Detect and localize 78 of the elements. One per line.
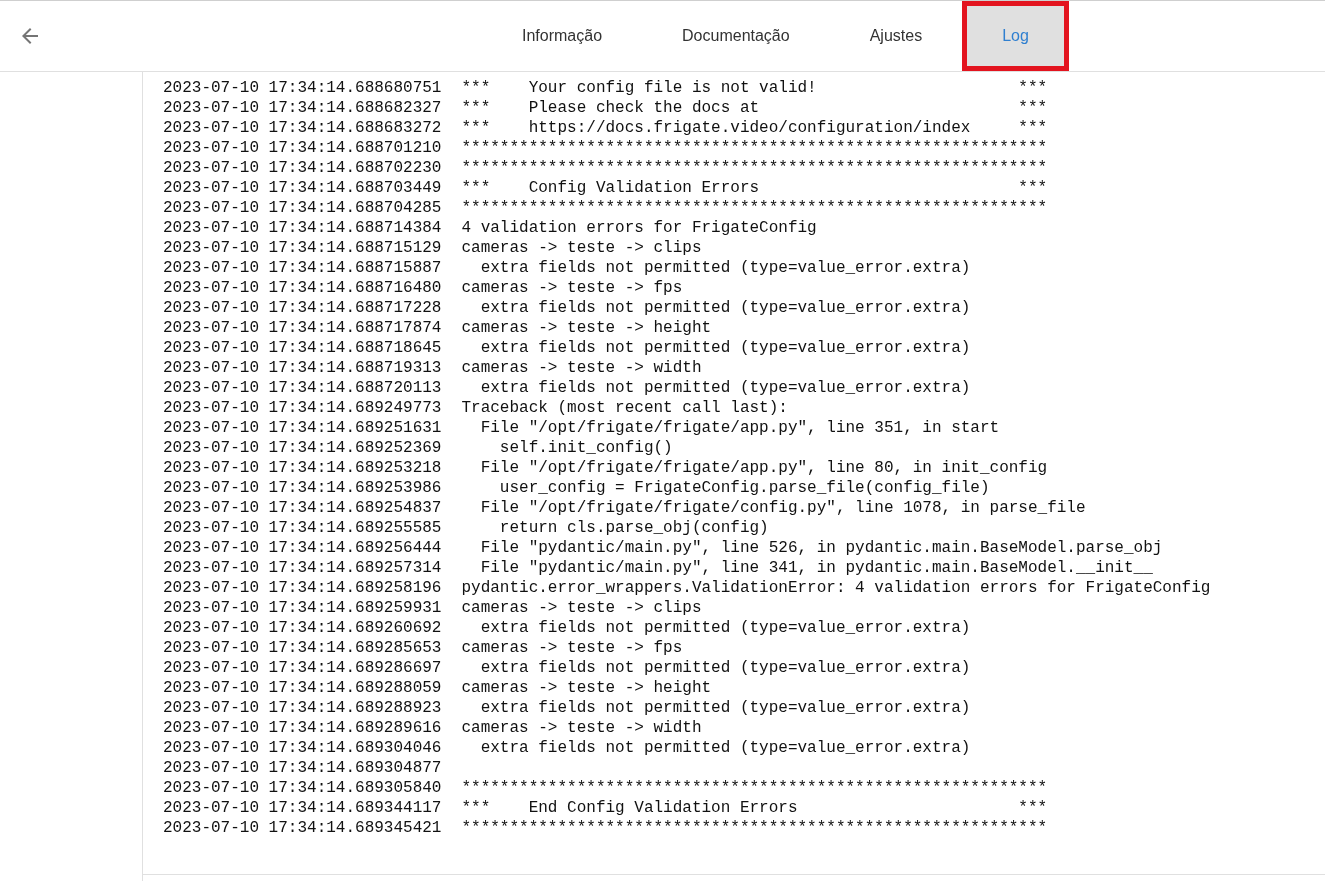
log-timestamp: 2023-07-10 17:34:14.688719313 <box>163 358 442 379</box>
log-message: Traceback (most recent call last): <box>461 398 788 419</box>
log-timestamp: 2023-07-10 17:34:14.688716480 <box>163 278 442 299</box>
log-timestamp: 2023-07-10 17:34:14.689257314 <box>163 558 442 579</box>
log-timestamp: 2023-07-10 17:34:14.689304877 <box>163 758 442 779</box>
log-timestamp: 2023-07-10 17:34:14.688717228 <box>163 298 442 319</box>
log-timestamp: 2023-07-10 17:34:14.689255585 <box>163 518 442 539</box>
log-timestamp: 2023-07-10 17:34:14.688702230 <box>163 158 442 179</box>
log-timestamp: 2023-07-10 17:34:14.689253218 <box>163 458 442 479</box>
log-timestamp: 2023-07-10 17:34:14.688701210 <box>163 138 442 159</box>
log-timestamp: 2023-07-10 17:34:14.689258196 <box>163 578 442 599</box>
log-timestamp: 2023-07-10 17:34:14.689251631 <box>163 418 442 439</box>
log-timestamp: 2023-07-10 17:34:14.689288923 <box>163 698 442 719</box>
log-timestamp: 2023-07-10 17:34:14.689288059 <box>163 678 442 699</box>
log-message: cameras -> teste -> height <box>461 678 712 699</box>
log-message: extra fields not permitted (type=value_error.extra) <box>479 698 971 719</box>
log-timestamp: 2023-07-10 17:34:14.688714384 <box>163 218 442 239</box>
log-message: *** End Config Validation Errors *** <box>461 798 1048 819</box>
log-message: ************************************************************* <box>461 198 1048 219</box>
log-message: cameras -> teste -> width <box>461 358 702 379</box>
log-timestamp: 2023-07-10 17:34:14.688680751 <box>163 78 442 99</box>
log-timestamp: 2023-07-10 17:34:14.688720113 <box>163 378 442 399</box>
log-message: pydantic.error_wrappers.ValidationError: 4 validation errors for FrigateConfig <box>461 578 1211 599</box>
log-timestamp: 2023-07-10 17:34:14.689289616 <box>163 718 442 739</box>
log-timestamp: 2023-07-10 17:34:14.688718645 <box>163 338 442 359</box>
log-message: cameras -> teste -> clips <box>461 598 702 619</box>
log-message: *** Please check the docs at *** <box>461 98 1048 119</box>
log-message: cameras -> teste -> width <box>461 718 702 739</box>
log-message: user_config = FrigateConfig.parse_file(config_file) <box>498 478 990 499</box>
log-message: File "pydantic/main.py", line 341, in pydantic.main.BaseModel.__init__ <box>479 558 1153 579</box>
log-timestamp: 2023-07-10 17:34:14.688703449 <box>163 178 442 199</box>
log-timestamp: 2023-07-10 17:34:14.688717874 <box>163 318 442 339</box>
log-timestamp: 2023-07-10 17:34:14.689305840 <box>163 778 442 799</box>
log-message: extra fields not permitted (type=value_error.extra) <box>479 658 971 679</box>
log-timestamp: 2023-07-10 17:34:14.688683272 <box>163 118 442 139</box>
log-message: return cls.parse_obj(config) <box>498 518 769 539</box>
log-message: ************************************************************* <box>461 818 1048 839</box>
log-message: extra fields not permitted (type=value_error.extra) <box>479 258 971 279</box>
log-message: cameras -> teste -> clips <box>461 238 702 259</box>
log-timestamp: 2023-07-10 17:34:14.688704285 <box>163 198 442 219</box>
log-timestamp: 2023-07-10 17:34:14.689304046 <box>163 738 442 759</box>
log-message: *** Config Validation Errors *** <box>461 178 1048 199</box>
log-message: extra fields not permitted (type=value_error.extra) <box>479 618 971 639</box>
log-timestamp: 2023-07-10 17:34:14.689345421 <box>163 818 442 839</box>
log-message: self.init_config() <box>498 438 673 459</box>
log-message: File "/opt/frigate/frigate/app.py", line 351, in start <box>479 418 1000 439</box>
log-timestamp: 2023-07-10 17:34:14.689260692 <box>163 618 442 639</box>
log-message: File "/opt/frigate/frigate/app.py", line 80, in init_config <box>479 458 1048 479</box>
log-message: ************************************************************* <box>461 158 1048 179</box>
log-timestamp: 2023-07-10 17:34:14.689252369 <box>163 438 442 459</box>
log-message: *** https://docs.frigate.video/configuration/index *** <box>461 118 1048 139</box>
log-message: File "/opt/frigate/frigate/config.py", line 1078, in parse_file <box>479 498 1086 519</box>
log-timestamp: 2023-07-10 17:34:14.689253986 <box>163 478 442 499</box>
tab[interactable]: Ajustes <box>829 1 963 71</box>
log-message: File "pydantic/main.py", line 526, in pydantic.main.BaseModel.parse_obj <box>479 538 1163 559</box>
log-message: extra fields not permitted (type=value_error.extra) <box>479 338 971 359</box>
log-message: cameras -> teste -> fps <box>461 278 683 299</box>
log-message: cameras -> teste -> fps <box>461 638 683 659</box>
log-timestamp: 2023-07-10 17:34:14.689249773 <box>163 398 442 419</box>
log-message: 4 validation errors for FrigateConfig <box>461 218 817 239</box>
log-timestamp: 2023-07-10 17:34:14.689256444 <box>163 538 442 559</box>
log-timestamp: 2023-07-10 17:34:14.689344117 <box>163 798 442 819</box>
log-timestamp: 2023-07-10 17:34:14.689259931 <box>163 598 442 619</box>
log-message: cameras -> teste -> height <box>461 318 712 339</box>
log-message: extra fields not permitted (type=value_error.extra) <box>479 298 971 319</box>
log-message: *** Your config file is not valid! *** <box>461 78 1048 99</box>
log-timestamp: 2023-07-10 17:34:14.689286697 <box>163 658 442 679</box>
log-timestamp: 2023-07-10 17:34:14.688715129 <box>163 238 442 259</box>
log-message: extra fields not permitted (type=value_error.extra) <box>479 738 971 759</box>
log-timestamp: 2023-07-10 17:34:14.689254837 <box>163 498 442 519</box>
log-message: extra fields not permitted (type=value_error.extra) <box>479 378 971 399</box>
log-timestamp: 2023-07-10 17:34:14.688715887 <box>163 258 442 279</box>
log-timestamp: 2023-07-10 17:34:14.689285653 <box>163 638 442 659</box>
tab[interactable]: Documentação <box>642 1 830 71</box>
log-message: ************************************************************* <box>461 778 1048 799</box>
tab[interactable]: Informação <box>482 1 643 71</box>
log-message: ************************************************************* <box>461 138 1048 159</box>
log-timestamp: 2023-07-10 17:34:14.688682327 <box>163 98 442 119</box>
